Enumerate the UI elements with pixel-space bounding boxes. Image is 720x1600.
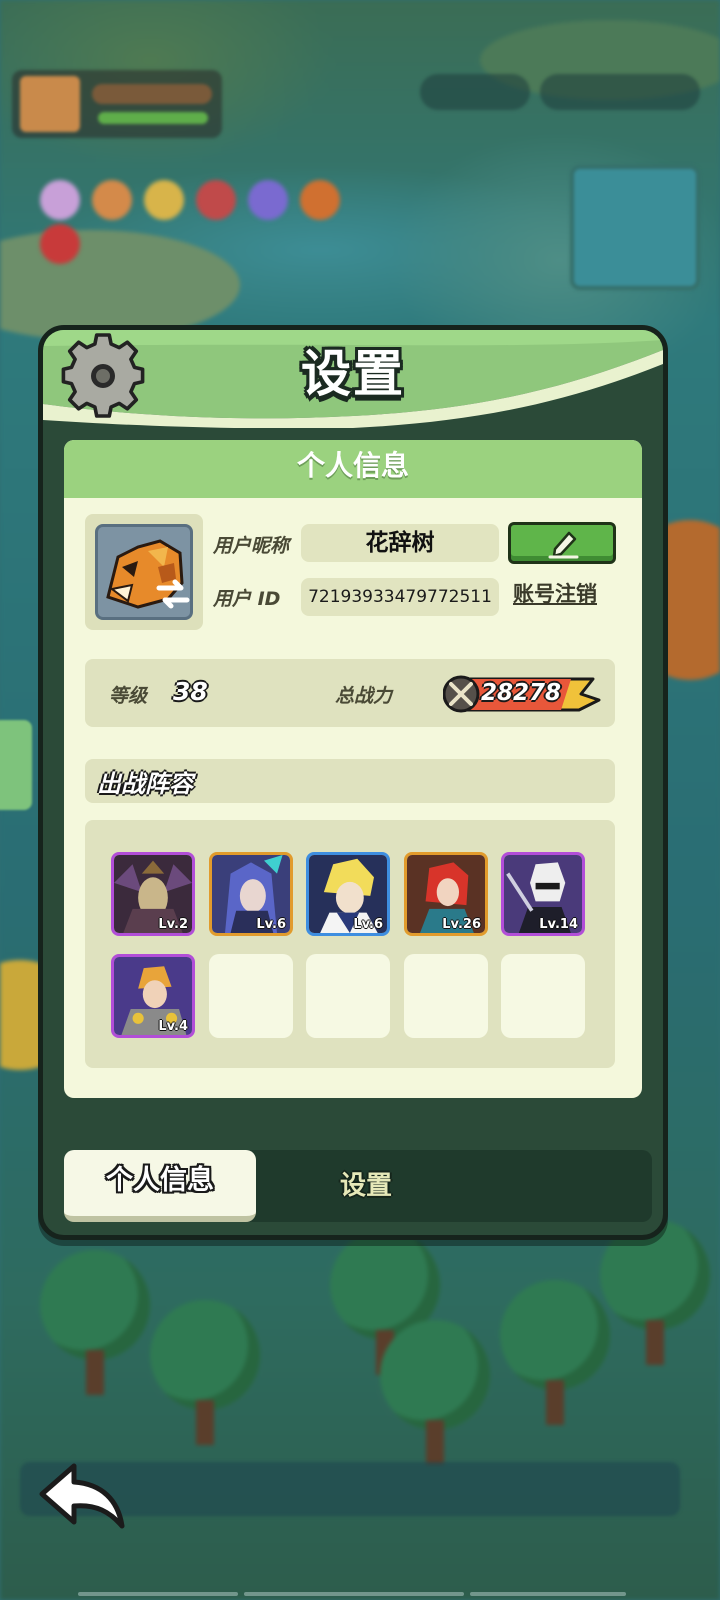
empty-hero-slot[interactable] xyxy=(501,954,585,1038)
page-indicator xyxy=(244,1592,464,1596)
profile-section: 用户昵称 花辞树 用户 ID 7219393347977251​1 账号注销 xyxy=(85,514,625,630)
hero-level: Lv.14 xyxy=(539,917,578,932)
lineup-title-bar: 出战阵容 xyxy=(85,759,615,803)
back-button[interactable] xyxy=(36,1460,128,1532)
page-indicator xyxy=(78,1592,238,1596)
tabs-bar: 个人信息 设置 xyxy=(64,1150,652,1222)
hero-slot[interactable]: Lv.2 xyxy=(111,852,195,936)
lineup-title: 出战阵容 xyxy=(97,770,193,798)
hero-slot[interactable]: Lv.4 xyxy=(111,954,195,1038)
nickname-label: 用户昵称 xyxy=(213,535,290,557)
empty-hero-slot[interactable] xyxy=(404,954,488,1038)
page-indicator xyxy=(470,1592,626,1596)
hero-level: Lv.6 xyxy=(256,917,286,932)
settings-panel: 设置 个人信息 xyxy=(38,325,668,1240)
resource-gold xyxy=(540,74,700,110)
pencil-icon xyxy=(548,531,579,559)
level-value: 38 xyxy=(173,677,208,706)
empty-hero-slot[interactable] xyxy=(306,954,390,1038)
resource-gems xyxy=(420,74,530,110)
lineup-grid: Lv.2 Lv.6 Lv.6 Lv.26 Lv.14 Lv.4 xyxy=(85,820,615,1068)
user-id-label: 用户 ID xyxy=(213,588,281,610)
power-badge: 28278 xyxy=(443,674,603,714)
nickname-field: 花辞树 xyxy=(301,524,499,562)
personal-info-card: 个人信息 用户昵称 xyxy=(64,440,642,1098)
hero-slot[interactable]: Lv.6 xyxy=(209,852,293,936)
level-label: 等级 xyxy=(109,685,148,707)
back-arrow-icon xyxy=(39,1463,125,1529)
tab-personal-info[interactable]: 个人信息 xyxy=(64,1150,256,1222)
avatar-button[interactable] xyxy=(85,514,203,630)
hero-slot[interactable]: Lv.6 xyxy=(306,852,390,936)
hero-slot[interactable]: Lv.26 xyxy=(404,852,488,936)
hero-heads-strip xyxy=(40,180,400,264)
minimap xyxy=(570,165,700,290)
stats-bar: 等级 38 总战力 28278 xyxy=(85,659,615,727)
hero-level: Lv.6 xyxy=(353,917,383,932)
hero-slot[interactable]: Lv.14 xyxy=(501,852,585,936)
user-id-field: 7219393347977251​1 xyxy=(301,578,499,616)
tab-settings[interactable]: 设置 xyxy=(326,1164,406,1208)
card-header: 个人信息 xyxy=(64,440,642,498)
cancel-account-link[interactable]: 账号注销 xyxy=(513,578,597,608)
panel-header: 设置 xyxy=(43,330,663,428)
player-hud xyxy=(12,70,222,138)
empty-hero-slot[interactable] xyxy=(209,954,293,1038)
hero-level: Lv.26 xyxy=(442,917,481,932)
side-menu-button xyxy=(0,720,32,810)
hero-level: Lv.4 xyxy=(158,1019,188,1034)
swap-icon[interactable] xyxy=(153,574,193,614)
power-value: 28278 xyxy=(481,680,562,706)
edit-nickname-button[interactable] xyxy=(508,522,616,564)
panel-title: 设置 xyxy=(301,345,405,403)
hero-level: Lv.2 xyxy=(158,917,188,932)
power-label: 总战力 xyxy=(335,685,393,707)
